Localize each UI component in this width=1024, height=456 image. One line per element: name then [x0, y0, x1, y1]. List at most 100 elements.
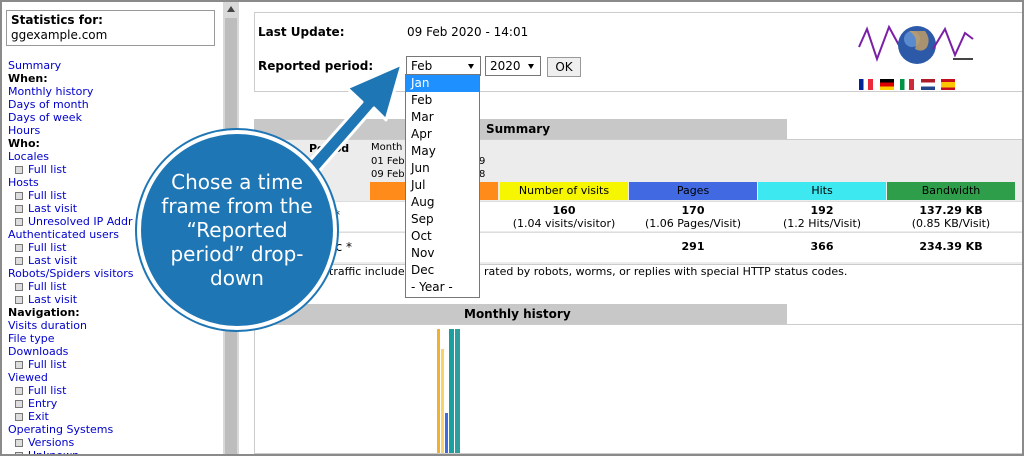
ok-button[interactable]: OK — [547, 57, 581, 77]
sidebar-link[interactable]: Hours — [8, 124, 134, 137]
hits-per-visit: (1.2 Hits/Visit) — [782, 217, 862, 230]
not-viewed-bandwidth: 234.39 KB — [919, 240, 983, 253]
chart-bar — [455, 329, 460, 453]
list-bullet-icon — [15, 387, 23, 395]
annotation-callout: Chose a time frame from the “Reported pe… — [137, 130, 337, 330]
flag-es-icon[interactable] — [941, 79, 955, 90]
list-bullet-icon — [15, 205, 23, 213]
sidebar-heading: Navigation: — [8, 306, 80, 319]
year-select[interactable]: 2020 — [485, 56, 541, 76]
sidebar-subitem[interactable]: Full list — [8, 189, 134, 202]
bandwidth-per-visit: (0.85 KB/Visit) — [911, 217, 991, 230]
awstats-logo-icon — [858, 24, 974, 64]
month-option[interactable]: Dec — [406, 262, 479, 279]
sidebar-heading: When: — [8, 72, 48, 85]
sidebar-link[interactable]: Operating Systems — [8, 423, 134, 436]
sidebar-subitem[interactable]: Last visit — [8, 254, 134, 267]
sidebar-subitem-label: Full list — [28, 384, 67, 397]
sidebar-subitem[interactable]: Unknown — [8, 449, 134, 454]
sidebar-link[interactable]: Days of month — [8, 98, 134, 111]
chevron-down-icon — [528, 64, 534, 69]
month-select-value: Feb — [411, 59, 433, 73]
statistics-for-box: Statistics for: ggexample.com — [6, 10, 215, 46]
sidebar-subitem-label: Entry — [28, 397, 58, 410]
period-date-to: 09 Feb — [371, 169, 405, 180]
sidebar-link[interactable]: Robots/Spiders visitors — [8, 267, 134, 280]
sidebar-link[interactable]: Locales — [8, 150, 134, 163]
sidebar-subitem[interactable]: Full list — [8, 358, 134, 371]
flag-nl-icon[interactable] — [920, 79, 935, 90]
sidebar-link[interactable]: Visits duration — [8, 319, 134, 332]
scroll-up-icon[interactable] — [227, 6, 235, 12]
month-option[interactable]: - Year - — [406, 279, 479, 296]
sidebar-subitem[interactable]: Last visit — [8, 202, 134, 215]
flag-fr-icon[interactable] — [859, 79, 873, 90]
list-bullet-icon — [15, 283, 23, 291]
sidebar-menu: Summary When: Monthly history Days of month… — [8, 59, 134, 454]
sidebar-subitem-label: Full list — [28, 280, 67, 293]
sidebar-subitem[interactable]: Versions — [8, 436, 134, 449]
month-option[interactable]: Oct — [406, 228, 479, 245]
sidebar-link[interactable]: Viewed — [8, 371, 134, 384]
month-option[interactable]: Jun — [406, 160, 479, 177]
list-bullet-icon — [15, 361, 23, 369]
sidebar-subitem-label: Last visit — [28, 202, 78, 215]
sidebar-link[interactable]: Days of week — [8, 111, 134, 124]
sidebar-subitem[interactable]: Unresolved IP Addr — [8, 215, 134, 228]
sidebar-link[interactable]: Monthly history — [8, 85, 134, 98]
sidebar-subitem[interactable]: Last visit — [8, 293, 134, 306]
list-bullet-icon — [15, 296, 23, 304]
monthly-history-title: Monthly history — [254, 304, 787, 324]
statistics-for-label: Statistics for: — [11, 13, 103, 27]
bandwidth-value: 137.29 KB — [919, 204, 983, 217]
sidebar-subitem-label: Full list — [28, 189, 67, 202]
month-option[interactable]: Aug — [406, 194, 479, 211]
sidebar-subitem-label: Full list — [28, 358, 67, 371]
sidebar-subitem[interactable]: Full list — [8, 384, 134, 397]
month-select[interactable]: Feb — [406, 56, 481, 76]
col-bandwidth: Bandwidth — [887, 182, 1015, 200]
period-date-from: 01 Feb — [371, 156, 405, 167]
sidebar-link[interactable]: Downloads — [8, 345, 134, 358]
flag-de-icon[interactable] — [879, 79, 894, 90]
col-number-of-visits: Number of visits — [500, 182, 628, 200]
flag-it-icon[interactable] — [900, 79, 914, 90]
not-viewed-pages: 291 — [681, 240, 705, 253]
reported-period-label: Reported period: — [258, 59, 374, 73]
month-option[interactable]: Nov — [406, 245, 479, 262]
sidebar-subitem-label: Full list — [28, 241, 67, 254]
sidebar-subitem[interactable]: Full list — [8, 241, 134, 254]
month-option[interactable]: Jan — [406, 75, 479, 92]
month-dropdown-list[interactable]: Jan Feb Mar Apr May Jun Jul Aug Sep Oct Nov Dec - Ye… — [405, 74, 480, 298]
list-bullet-icon — [15, 166, 23, 174]
month-option[interactable]: Feb — [406, 92, 479, 109]
sidebar-subitem-label: Unresolved IP Addr — [28, 215, 133, 228]
chart-bar — [437, 329, 440, 453]
sidebar-link[interactable]: Authenticated users — [8, 228, 134, 241]
sidebar-subitem[interactable]: Full list — [8, 280, 134, 293]
sidebar-link[interactable]: Summary — [8, 59, 134, 72]
month-option[interactable]: May — [406, 143, 479, 160]
month-option[interactable]: Mar — [406, 109, 479, 126]
chart-bar — [445, 413, 448, 453]
not-viewed-hits: 366 — [810, 240, 834, 253]
chart-bar — [441, 349, 444, 453]
note-left: traffic include — [329, 265, 405, 278]
sidebar-subitem[interactable]: Full list — [8, 163, 134, 176]
list-bullet-icon — [15, 192, 23, 200]
note-right: rated by robots, worms, or replies with … — [484, 265, 848, 278]
month-option[interactable]: Apr — [406, 126, 479, 143]
header-box: Last Update: 09 Feb 2020 - 14:01 Reporte… — [254, 12, 1022, 92]
browser-frame: Statistics for: ggexample.com Summary Whe… — [0, 0, 1024, 456]
period-text: Month — [371, 142, 403, 153]
month-option[interactable]: Jul — [406, 177, 479, 194]
callout-text: Chose a time frame from the “Reported pe… — [161, 170, 313, 290]
sidebar-subitem[interactable]: Entry — [8, 397, 134, 410]
main-content: Last Update: 09 Feb 2020 - 14:01 Reporte… — [239, 2, 1022, 454]
sidebar-link[interactable]: File type — [8, 332, 134, 345]
sidebar-link[interactable]: Hosts — [8, 176, 134, 189]
month-option[interactable]: Sep — [406, 211, 479, 228]
col-pages: Pages — [629, 182, 757, 200]
sidebar-subitem[interactable]: Exit — [8, 410, 134, 423]
year-select-value: 2020 — [490, 59, 521, 73]
